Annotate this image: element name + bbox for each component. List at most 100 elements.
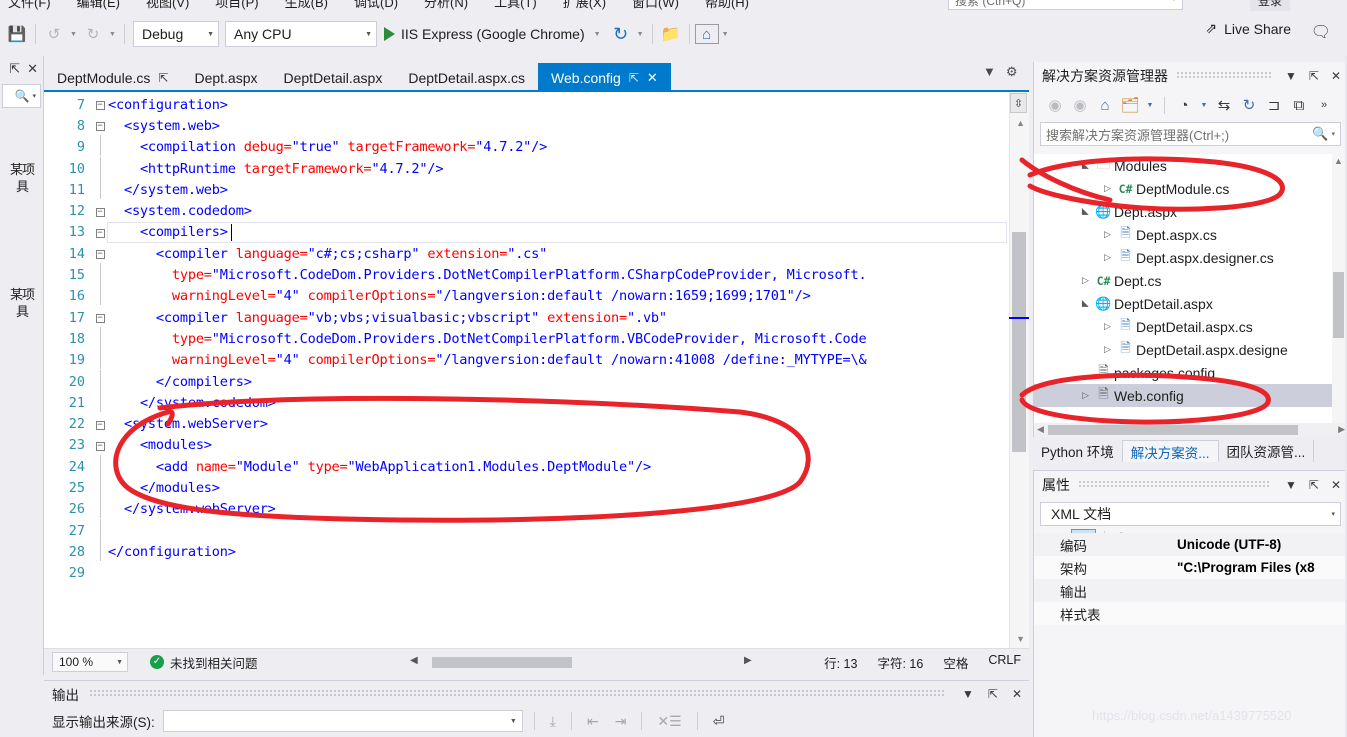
drag-handle[interactable] <box>1176 72 1271 80</box>
code-line[interactable]: 18 type="Microsoft.CodeDom.Providers.Dot… <box>44 328 1009 349</box>
chevron-down-icon[interactable]: ▼ <box>197 31 214 38</box>
scrollbar-thumb[interactable] <box>1048 425 1298 435</box>
chevron-down-icon[interactable]: ▼ <box>1279 478 1303 492</box>
solution-tree-item[interactable]: 🗎packages.config <box>1034 361 1347 384</box>
pin-icon[interactable]: ⇱ <box>629 71 639 85</box>
chevron-right-icon[interactable]: ▷ <box>1100 321 1115 332</box>
solution-platform-combo[interactable]: Any CPU ▼ <box>225 21 377 47</box>
solution-tree-item[interactable]: ◢🌐DeptDetail.aspx <box>1034 292 1347 315</box>
code-line[interactable]: 17− <compiler language="vb;vbs;visualbas… <box>44 307 1009 328</box>
chevron-down-icon[interactable]: ▼ <box>955 687 981 701</box>
code-text[interactable]: </configuration> <box>108 544 236 560</box>
code-text[interactable]: <compiler language="c#;cs;csharp" extens… <box>108 246 547 262</box>
chevron-down-icon[interactable]: ▼ <box>1279 69 1303 83</box>
code-text[interactable]: </system.webServer> <box>108 501 276 517</box>
code-line[interactable]: 19 warningLevel="4" compilerOptions="/la… <box>44 350 1009 371</box>
code-text[interactable]: </modules> <box>108 480 220 496</box>
scroll-right-icon[interactable]: ▶ <box>1338 424 1345 435</box>
code-line[interactable]: 20 </compilers> <box>44 371 1009 392</box>
code-text[interactable]: <httpRuntime targetFramework="4.7.2"/> <box>108 161 443 177</box>
code-text[interactable]: <modules> <box>108 437 212 453</box>
right-dock-tab[interactable]: 团队资源管... <box>1219 440 1315 462</box>
editor-tab-deptmodule-cs[interactable]: DeptModule.cs⇱ <box>44 63 181 92</box>
code-line[interactable]: 15 type="Microsoft.CodeDom.Providers.Dot… <box>44 264 1009 285</box>
chevron-down-icon[interactable]: ▼ <box>510 718 517 725</box>
code-editor[interactable]: 7−<configuration>8− <system.web>9 <compi… <box>44 90 1029 648</box>
back-arrow-icon[interactable]: ◉ <box>1044 96 1066 114</box>
scrollbar-thumb[interactable] <box>1012 232 1026 452</box>
chevron-right-icon[interactable]: ▷ <box>1078 390 1093 401</box>
scroll-left-icon[interactable]: ◀ <box>410 655 418 666</box>
menu-item-window[interactable]: 窗口(W) <box>632 0 679 11</box>
output-source-combo[interactable]: ▼ <box>163 710 523 732</box>
goto-output-icon[interactable]: ⤓ <box>546 713 560 730</box>
code-line[interactable]: 9 <compilation debug="true" targetFramew… <box>44 137 1009 158</box>
home-window-icon[interactable]: ⌂ <box>695 24 719 44</box>
chevron-down-icon[interactable]: ▾ <box>1331 510 1335 518</box>
close-icon[interactable]: ✕ <box>1005 687 1029 701</box>
pin-icon[interactable]: ⇱ <box>1303 69 1325 83</box>
chevron-right-icon[interactable]: ▷ <box>1078 275 1093 286</box>
pin-icon[interactable]: ⇱ <box>1303 478 1325 492</box>
code-text[interactable]: </system.codedom> <box>108 395 276 411</box>
toolbar-overflow-icon[interactable]: ▼ <box>719 31 732 38</box>
left-dock-vtab-toolbox-b[interactable]: 某项 具 <box>2 286 42 320</box>
editor-tab-deptdetail-aspx[interactable]: DeptDetail.aspx <box>271 63 396 92</box>
scroll-down-icon[interactable]: ▼ <box>1016 634 1025 644</box>
properties-grid[interactable]: 编码Unicode (UTF-8)架构"C:\Program Files (x8… <box>1034 533 1347 625</box>
code-text[interactable]: <system.webServer> <box>108 416 268 432</box>
chevron-down-icon[interactable]: ▼ <box>983 64 996 80</box>
code-text[interactable]: warningLevel="4" compilerOptions="/langv… <box>108 288 811 304</box>
send-feedback-icon[interactable]: 🗨 <box>1311 22 1331 42</box>
chevron-down-icon[interactable]: ◢ <box>1080 204 1091 219</box>
code-line[interactable]: 24 <add name="Module" type="WebApplicati… <box>44 456 1009 477</box>
outdent-icon[interactable]: ⇤ <box>583 713 603 730</box>
code-line[interactable]: 23− <modules> <box>44 435 1009 456</box>
solution-tree-item[interactable]: ▷🗎Dept.aspx.cs <box>1034 223 1347 246</box>
chevron-down-icon[interactable]: ▾ <box>1328 130 1335 138</box>
fold-collapse-icon[interactable]: − <box>92 120 108 131</box>
chevron-right-icon[interactable]: ▷ <box>1100 229 1115 240</box>
code-line[interactable]: 22− <system.webServer> <box>44 413 1009 434</box>
fold-collapse-icon[interactable]: − <box>92 99 108 110</box>
code-line[interactable]: 27 <box>44 520 1009 541</box>
toggle-wordwrap-icon[interactable]: ⏎ <box>709 713 729 730</box>
save-icon[interactable]: 💾 <box>4 21 30 47</box>
menu-item-view[interactable]: 视图(V) <box>146 0 189 11</box>
solution-tree-item[interactable]: ▷🗎Dept.aspx.designer.cs <box>1034 246 1347 269</box>
chevron-down-icon[interactable]: ◢ <box>1080 158 1091 173</box>
property-row[interactable]: 样式表 <box>1034 602 1347 625</box>
start-debugging-button[interactable]: IIS Express (Google Chrome) ▼ <box>380 26 608 42</box>
solution-tree-item[interactable]: ◢🌐Dept.aspx <box>1034 200 1347 223</box>
chevron-right-icon[interactable]: ▷ <box>1100 252 1115 263</box>
new-folder-icon[interactable]: 🗂 <box>1119 96 1141 114</box>
code-text[interactable]: <compilation debug="true" targetFramewor… <box>108 139 547 155</box>
code-line[interactable]: 13− <compilers> <box>44 222 1009 243</box>
scroll-right-icon[interactable]: ▶ <box>744 655 752 666</box>
fold-collapse-icon[interactable]: − <box>92 227 108 238</box>
chevron-down-icon[interactable]: ▼ <box>116 659 123 666</box>
chevron-down-icon[interactable]: ▾ <box>1172 0 1176 3</box>
chevron-down-icon[interactable]: ▼ <box>591 31 604 38</box>
fold-collapse-icon[interactable]: − <box>92 440 108 451</box>
fold-collapse-icon[interactable]: − <box>92 248 108 259</box>
dropdown-caret-icon[interactable]: ▼ <box>1144 102 1156 109</box>
solution-tree-vertical-scrollbar[interactable]: ▲ ▼ <box>1332 154 1345 437</box>
fold-collapse-icon[interactable]: − <box>92 312 108 323</box>
code-line[interactable]: 21 </system.codedom> <box>44 392 1009 413</box>
properties-window-icon[interactable]: ⧉ <box>1288 97 1310 114</box>
menu-item-debug[interactable]: 调试(D) <box>354 0 398 11</box>
menu-item-extensions[interactable]: 扩展(X) <box>563 0 606 11</box>
home-icon[interactable]: ⌂ <box>1094 97 1116 114</box>
code-text[interactable]: type="Microsoft.CodeDom.Providers.DotNet… <box>108 267 867 283</box>
code-line[interactable]: 10 <httpRuntime targetFramework="4.7.2"/… <box>44 158 1009 179</box>
code-line[interactable]: 8− <system.web> <box>44 115 1009 136</box>
pin-icon[interactable]: ⇱ <box>9 61 20 77</box>
pin-icon[interactable]: ⇱ <box>981 687 1005 701</box>
zoom-level-combo[interactable]: 100 % ▼ <box>52 652 128 672</box>
close-icon[interactable]: ✕ <box>27 61 38 77</box>
fold-collapse-icon[interactable]: − <box>92 419 108 430</box>
code-text[interactable]: <configuration> <box>108 97 228 113</box>
chevron-down-icon[interactable]: ▾ <box>32 92 36 100</box>
scroll-up-icon[interactable]: ▲ <box>1016 118 1025 128</box>
